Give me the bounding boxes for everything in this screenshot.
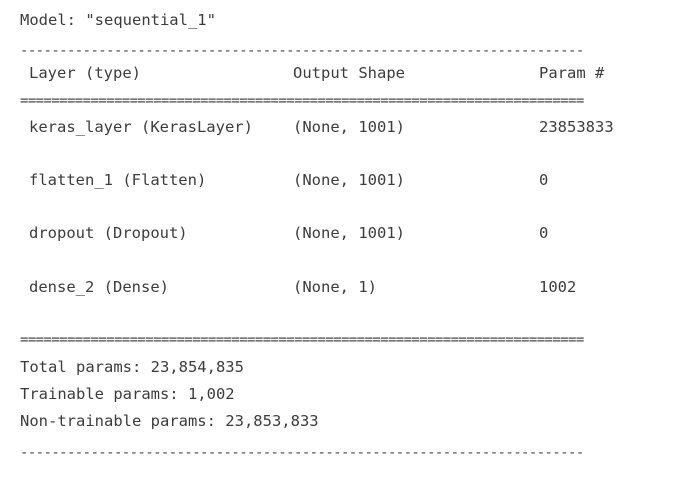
top-dash-rule: ----------------------------------------…	[20, 44, 584, 58]
row-output-shape: (None, 1001)	[293, 224, 405, 242]
row-output-shape: (None, 1)	[293, 278, 377, 296]
header-layer: Layer (type)	[29, 64, 141, 82]
trainable-params: Trainable params: 1,002	[20, 385, 235, 403]
row-layer: keras_layer (KerasLayer)	[29, 118, 253, 136]
footer-equals-rule: ========================================…	[20, 333, 584, 347]
row-param: 0	[539, 224, 549, 242]
header-equals-rule: ========================================…	[20, 94, 584, 108]
row-param: 0	[539, 171, 549, 189]
header-param: Param #	[539, 64, 605, 82]
bottom-dash-rule: ----------------------------------------…	[20, 446, 584, 460]
row-layer: dense_2 (Dense)	[29, 278, 169, 296]
model-title: Model: "sequential_1"	[20, 11, 216, 29]
row-param: 1002	[539, 278, 577, 296]
row-layer: dropout (Dropout)	[29, 224, 188, 242]
non-trainable-params: Non-trainable params: 23,853,833	[20, 412, 319, 430]
row-output-shape: (None, 1001)	[293, 171, 405, 189]
total-params: Total params: 23,854,835	[20, 358, 244, 376]
row-output-shape: (None, 1001)	[293, 118, 405, 136]
header-output-shape: Output Shape	[293, 64, 405, 82]
row-param: 23853833	[539, 118, 614, 136]
row-layer: flatten_1 (Flatten)	[29, 171, 207, 189]
